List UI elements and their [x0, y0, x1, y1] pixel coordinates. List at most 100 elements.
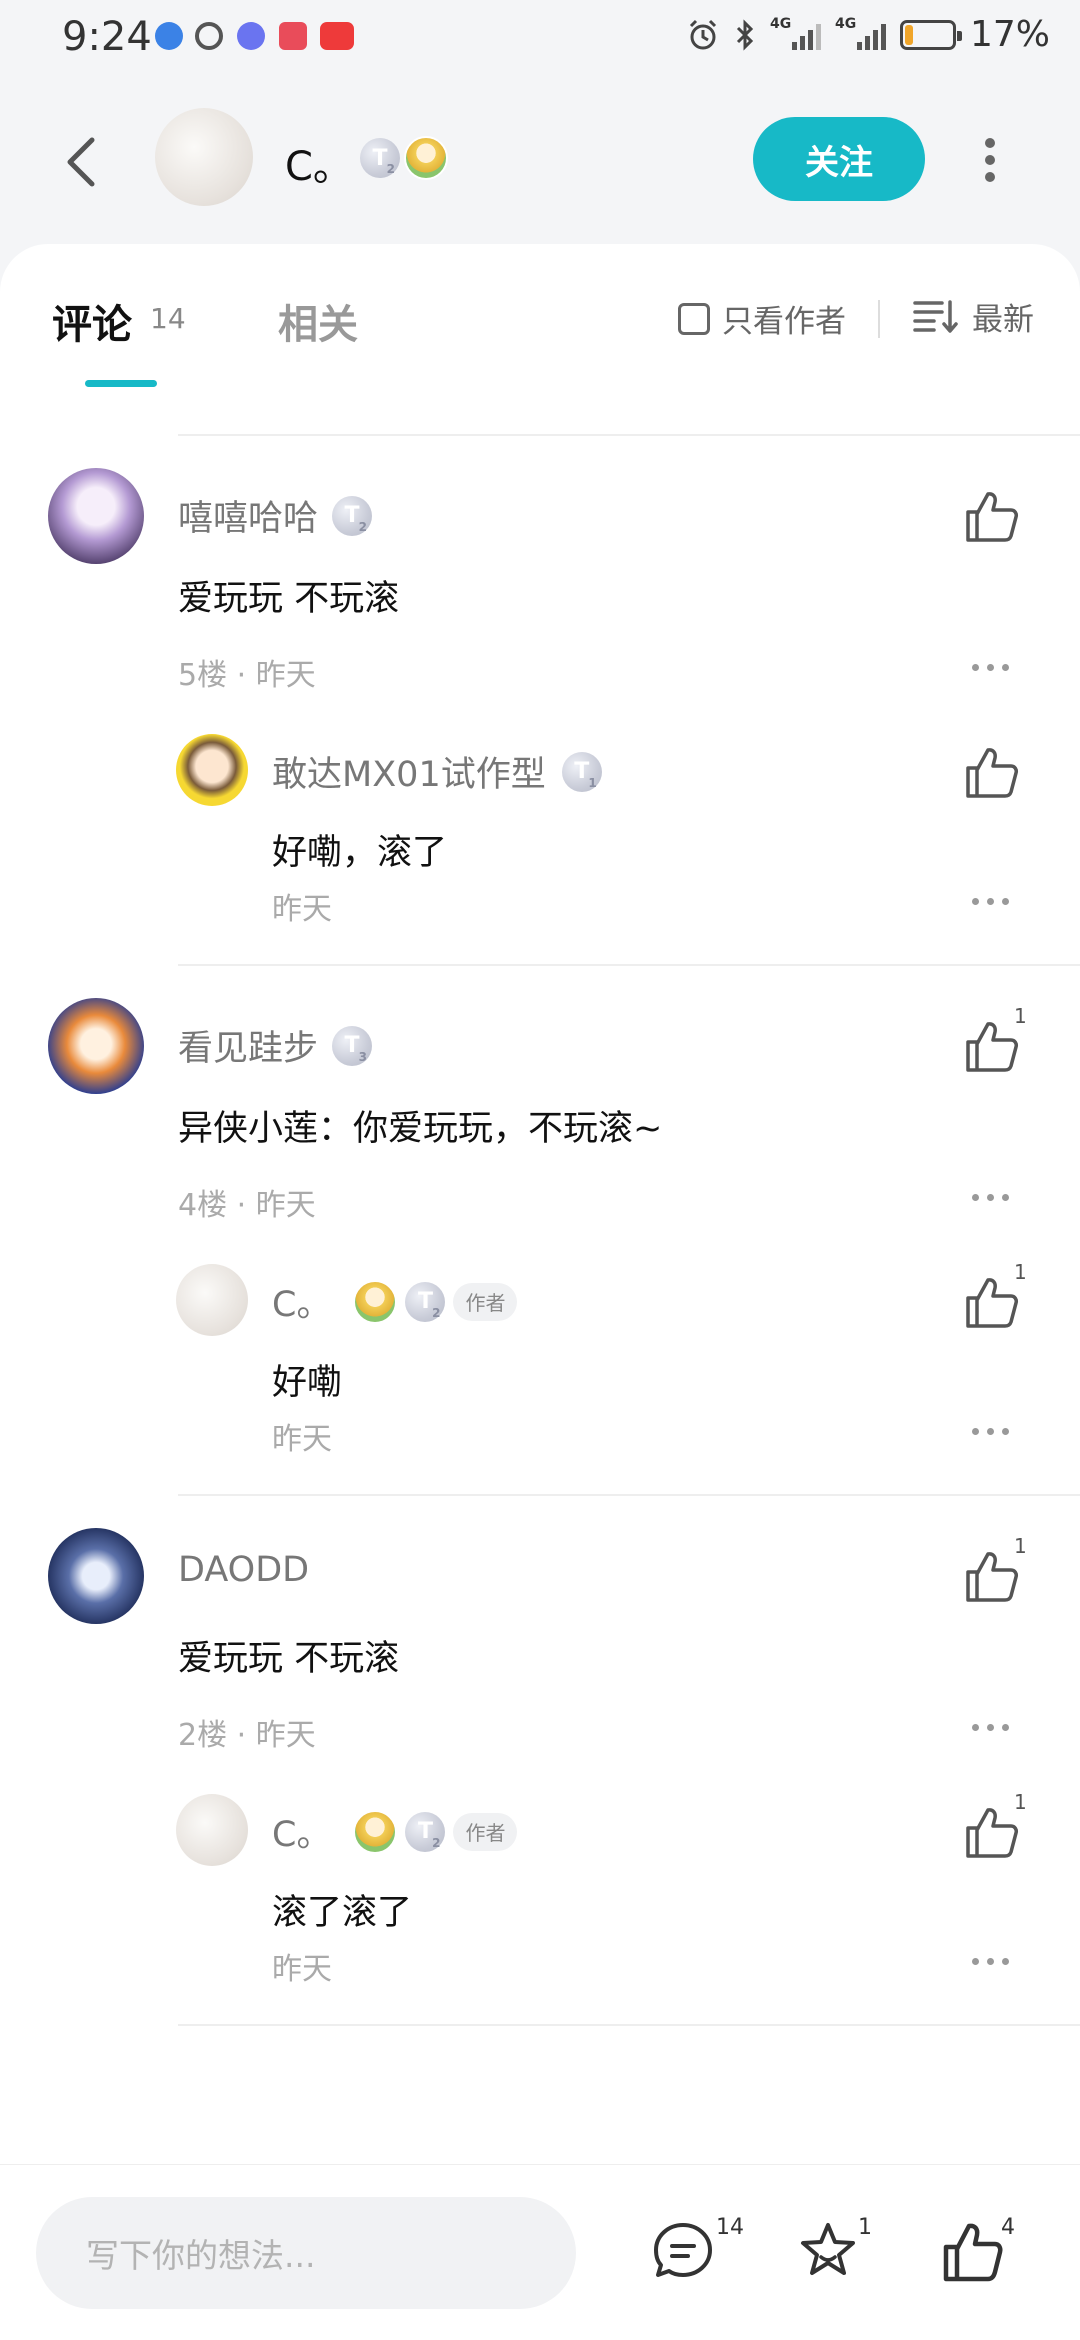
character-badge-icon	[353, 1279, 398, 1324]
commenter-name-row: 看见跬步 T3	[178, 1020, 373, 1071]
replier-name-row: C。 T2 作者	[272, 1276, 518, 1327]
filter-divider	[878, 300, 880, 338]
comment-icon[interactable]	[650, 2219, 716, 2285]
replier-name[interactable]: 敢达MX01试作型	[272, 746, 546, 797]
back-icon[interactable]	[58, 134, 106, 190]
comment-meta: 2楼 · 昨天	[178, 1718, 316, 1753]
author-badges: T2	[360, 136, 448, 180]
replier-name-row: 敢达MX01试作型 T1	[272, 746, 602, 797]
comment-text: 爱玩玩 不玩滚	[178, 1639, 400, 1679]
reply-more-icon[interactable]	[972, 898, 1009, 905]
battery-percent: 17%	[969, 14, 1050, 55]
level-badge-icon: T1	[561, 751, 602, 792]
sort-icon	[913, 299, 958, 333]
comment-count: 14	[716, 2215, 744, 2240]
level-badge-icon: T2	[405, 1281, 446, 1322]
reader-notification-icon	[279, 22, 307, 50]
status-time: 9:24	[62, 14, 152, 60]
reply-meta: 昨天	[272, 892, 332, 927]
replier-name-row: C。 T2 作者	[272, 1806, 518, 1857]
status-bar: 9:24 4G 4G 17%	[0, 0, 1080, 80]
replier-avatar[interactable]	[176, 734, 248, 806]
like-icon[interactable]	[962, 488, 1020, 546]
tab-related[interactable]: 相关	[278, 292, 358, 350]
signal-1-icon: 4G	[770, 16, 821, 50]
status-indicators: 4G 4G 17%	[686, 14, 1050, 55]
divider	[178, 2024, 1080, 2026]
bottom-bar: 写下你的想法... 14 1 4	[0, 2164, 1080, 2340]
divider	[178, 1494, 1080, 1496]
comments-card: 评论 14 相关 只看作者 最新 嘻嘻哈哈 T2 爱玩玩 不玩滚 5楼 · 昨天…	[0, 244, 1080, 2164]
replier-avatar[interactable]	[176, 1794, 248, 1866]
appgallery-notification-icon	[320, 22, 354, 50]
only-author-label: 只看作者	[722, 304, 846, 340]
author-tag: 作者	[453, 1282, 518, 1321]
bluetooth-icon	[736, 18, 754, 51]
replier-avatar[interactable]	[176, 1264, 248, 1336]
comment-more-icon[interactable]	[972, 1724, 1009, 1731]
more-options-icon[interactable]	[984, 138, 996, 182]
like-icon[interactable]	[962, 1548, 1020, 1606]
like-icon[interactable]	[962, 1804, 1020, 1862]
like-icon[interactable]	[962, 744, 1020, 802]
commenter-avatar[interactable]	[48, 1528, 144, 1624]
only-author-toggle[interactable]: 只看作者	[678, 296, 846, 341]
follow-button[interactable]: 关注	[753, 117, 925, 201]
character-badge-icon	[404, 136, 448, 180]
tab-comments[interactable]: 评论	[52, 292, 132, 350]
like-icon[interactable]	[962, 1018, 1020, 1076]
commenter-avatar[interactable]	[48, 998, 144, 1094]
app-notification-icon	[155, 22, 183, 50]
reply-meta: 昨天	[272, 1422, 332, 1457]
favorite-icon[interactable]	[795, 2219, 861, 2285]
alarm-icon	[689, 19, 717, 49]
like-count: 1	[1014, 1260, 1027, 1284]
network-type-1: 4G	[769, 15, 792, 32]
reply-text: 滚了滚了	[272, 1893, 413, 1933]
comment-text: 爱玩玩 不玩滚	[178, 579, 400, 619]
active-tab-indicator	[85, 380, 157, 387]
like-count: 1	[1014, 1534, 1027, 1558]
favorite-count: 1	[858, 2215, 872, 2240]
like-post-icon[interactable]	[940, 2219, 1006, 2285]
comment-more-icon[interactable]	[972, 1194, 1009, 1201]
author-tag: 作者	[453, 1812, 518, 1851]
level-badge-icon: T2	[405, 1811, 446, 1852]
battery-icon	[899, 19, 962, 50]
replier-name[interactable]: C。	[272, 1276, 331, 1327]
like-icon[interactable]	[962, 1274, 1020, 1332]
commenter-name[interactable]: DAODD	[178, 1550, 309, 1590]
author-avatar[interactable]	[155, 108, 253, 206]
commenter-avatar[interactable]	[48, 468, 144, 564]
commenter-name[interactable]: 嘻嘻哈哈	[178, 490, 318, 541]
only-author-checkbox[interactable]	[678, 302, 710, 335]
like-count: 1	[1014, 1004, 1027, 1028]
level-badge-icon: T2	[332, 495, 373, 536]
comment-more-icon[interactable]	[972, 664, 1009, 671]
battery-level	[904, 24, 913, 45]
character-badge-icon	[353, 1809, 398, 1854]
reply-text: 好嘞，滚了	[272, 833, 448, 873]
author-name[interactable]: C。	[285, 134, 353, 192]
divider	[178, 964, 1080, 966]
sort-button[interactable]: 最新	[912, 294, 1034, 339]
commenter-name-row: 嘻嘻哈哈 T2	[178, 490, 373, 541]
reply-meta: 昨天	[272, 1952, 332, 1987]
comment-text: 异侠小莲：你爱玩玩，不玩滚~	[178, 1109, 663, 1149]
comment-meta: 4楼 · 昨天	[178, 1188, 316, 1223]
reply-more-icon[interactable]	[972, 1428, 1009, 1435]
music-notification-icon	[237, 22, 265, 50]
like-post-count: 4	[1001, 2215, 1015, 2240]
sync-notification-icon	[195, 22, 223, 50]
replier-name[interactable]: C。	[272, 1806, 331, 1857]
sort-label: 最新	[972, 302, 1034, 338]
commenter-name[interactable]: 看见跬步	[178, 1020, 318, 1071]
level-badge-icon: T3	[332, 1025, 373, 1066]
level-badge-icon: T2	[360, 138, 400, 178]
header: C。 T2 关注	[0, 100, 1080, 220]
divider	[178, 434, 1080, 436]
tab-comments-count: 14	[150, 302, 186, 335]
reply-text: 好嘞	[272, 1363, 343, 1403]
comment-input[interactable]: 写下你的想法...	[36, 2197, 576, 2309]
reply-more-icon[interactable]	[972, 1958, 1009, 1965]
